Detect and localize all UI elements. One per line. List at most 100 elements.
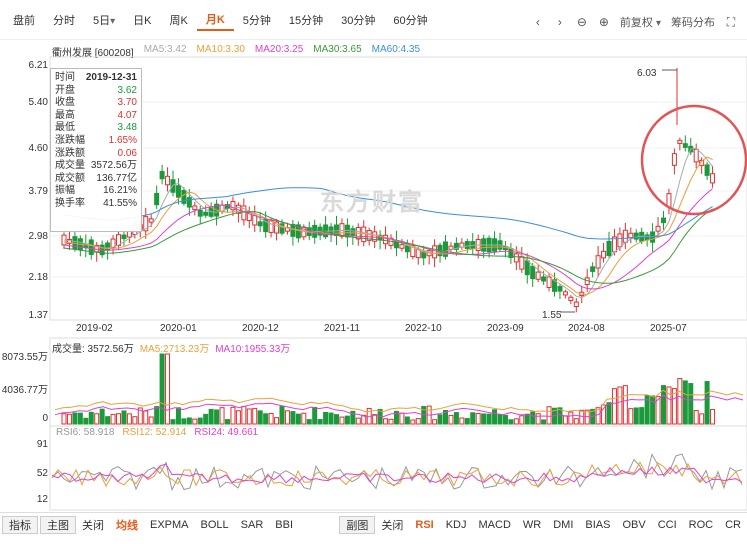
volume-bar	[546, 406, 552, 425]
ohlc-tooltip: 时间 2019-12-31 开盘 3.62 收盘 3.70 最高 4.07 最低 3.48…	[50, 68, 142, 232]
rsi6-legend: RSI6: 58.918	[56, 427, 115, 438]
volume-axis-label: 0	[42, 413, 48, 424]
volume-bar	[252, 407, 258, 425]
cr-button[interactable]: CR	[719, 519, 747, 531]
info-value: 1.65%	[108, 134, 137, 146]
volume-bar	[279, 406, 285, 425]
main-close-button[interactable]: 关闭	[76, 517, 110, 533]
rsi-button[interactable]: RSI	[409, 519, 439, 531]
volume-bar	[453, 412, 459, 425]
volume-bar	[448, 414, 454, 425]
volume-bar	[334, 414, 339, 425]
volume-bar	[710, 409, 716, 425]
candle-body	[557, 285, 563, 292]
main-chart-button[interactable]: 主图	[40, 515, 76, 534]
expma-button[interactable]: EXPMA	[144, 519, 195, 531]
volume-bar	[519, 415, 525, 425]
date-axis-label: 2020-12	[242, 323, 279, 334]
candle-body	[105, 242, 111, 251]
volume-bar	[328, 412, 334, 425]
candle-body	[677, 139, 683, 144]
candle-body	[573, 301, 579, 308]
candle-body	[399, 244, 405, 249]
candle-body	[628, 232, 634, 239]
dmi-button[interactable]: DMI	[547, 519, 579, 531]
candle-body	[350, 228, 356, 237]
volume-bar	[404, 416, 410, 425]
info-value: 3572.56万	[90, 160, 137, 172]
volume-bar	[508, 419, 514, 425]
bias-button[interactable]: BIAS	[579, 519, 616, 531]
macd-button[interactable]: MACD	[473, 519, 517, 531]
candle-body	[606, 240, 612, 257]
volume-bar	[524, 413, 530, 425]
volume-bar	[470, 412, 476, 425]
info-key: 成交额	[55, 172, 85, 184]
volume-bar	[399, 412, 405, 425]
kdj-button[interactable]: KDJ	[440, 519, 473, 531]
volume-bar	[230, 406, 236, 425]
volume-bar	[355, 417, 361, 425]
volume-bar	[192, 418, 198, 425]
volume-bar	[388, 418, 394, 425]
volume-bar	[246, 408, 252, 425]
info-key: 振幅	[55, 185, 75, 197]
info-value: 2019-12-31	[85, 72, 137, 83]
volume-bar	[677, 378, 683, 425]
volume-bar	[323, 411, 329, 425]
sub-chart-button[interactable]: 副图	[339, 515, 376, 534]
volume-bar	[225, 419, 230, 425]
obv-button[interactable]: OBV	[616, 519, 651, 531]
volume-bar	[263, 413, 269, 425]
bbi-button[interactable]: BBI	[269, 519, 299, 531]
info-value: 136.77亿	[96, 172, 137, 184]
candle-body	[203, 211, 209, 216]
volume-bar	[579, 409, 585, 425]
volume-axis-label: 8073.55万	[1, 352, 48, 363]
volume-bar	[306, 419, 312, 425]
volume-bar	[622, 385, 628, 425]
candle-body	[601, 250, 607, 259]
volume-bar	[682, 380, 688, 425]
candle-body	[541, 276, 547, 282]
candle-body	[448, 245, 454, 250]
volume-bar	[165, 353, 171, 425]
roc-button[interactable]: ROC	[683, 519, 719, 531]
info-key: 时间	[55, 72, 75, 83]
candle-body	[535, 271, 541, 280]
info-key: 成交量	[55, 160, 85, 172]
volume-bar	[186, 417, 192, 425]
volume-bar	[464, 418, 470, 425]
volume-bar	[497, 413, 503, 425]
boll-button[interactable]: BOLL	[195, 519, 235, 531]
candle-body	[655, 225, 661, 232]
volume-bar	[530, 411, 536, 425]
info-key: 开盘	[55, 84, 75, 96]
rsi24-legend: RSI24: 49.661	[194, 427, 259, 438]
volume-bar	[159, 353, 165, 425]
volume-bar	[110, 413, 116, 425]
volume-legend: 成交量: 3572.56万 MA5:2713.23万 MA10:1955.33万	[52, 340, 290, 355]
rsi-axis-label: 91	[36, 439, 48, 450]
candle-body	[633, 232, 639, 240]
volume-bar	[94, 413, 100, 425]
volume-bar	[197, 417, 203, 425]
volume-bar	[241, 405, 247, 425]
wr-button[interactable]: WR	[517, 519, 547, 531]
candle-body	[710, 173, 716, 184]
sub-close-button[interactable]: 关闭	[375, 517, 409, 533]
volume-bar	[383, 418, 389, 425]
volume-bar	[268, 412, 274, 425]
cci-button[interactable]: CCI	[652, 519, 683, 531]
candle-body	[617, 233, 623, 248]
indicator-button[interactable]: 指标	[2, 515, 38, 534]
volume-bar	[344, 415, 350, 425]
candle-body	[562, 291, 568, 296]
volume-bar	[513, 418, 519, 425]
date-axis-label: 2021-11	[324, 323, 360, 334]
ma-button[interactable]: 均线	[110, 517, 144, 533]
date-axis-label: 2025-07	[650, 323, 687, 334]
info-value: 41.55%	[103, 197, 137, 209]
sar-button[interactable]: SAR	[235, 519, 270, 531]
volume-bar	[693, 410, 699, 425]
